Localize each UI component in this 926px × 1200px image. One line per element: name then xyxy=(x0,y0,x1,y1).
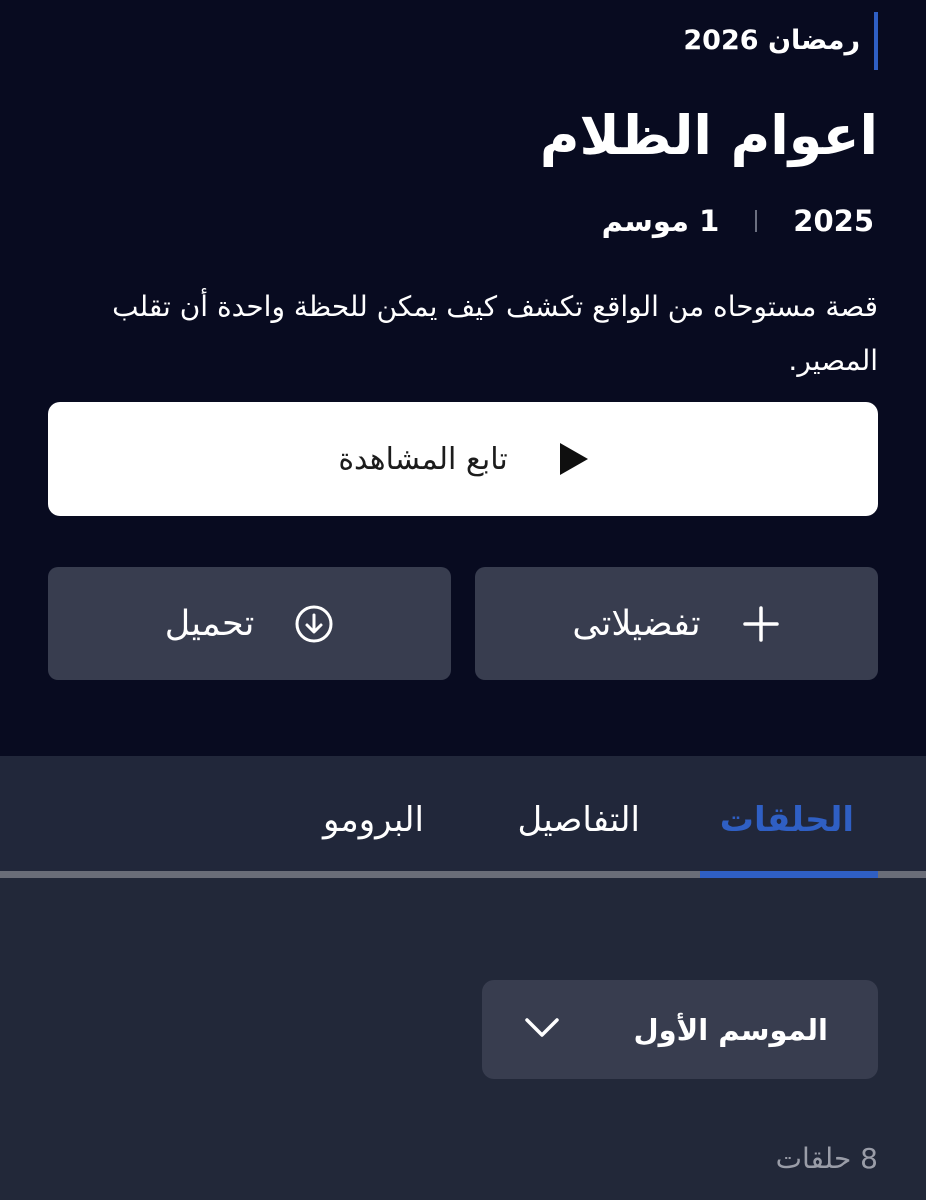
download-icon xyxy=(294,604,334,644)
season-dropdown-value: الموسم الأول xyxy=(633,1012,828,1047)
tab-details[interactable]: التفاصيل xyxy=(517,790,640,850)
add-to-favorites-button[interactable]: تفضيلاتى xyxy=(475,567,878,680)
season-tag: رمضان 2026 xyxy=(683,12,878,70)
play-icon xyxy=(559,443,588,475)
show-meta: 2025 1 موسم xyxy=(602,198,874,244)
tab-episodes[interactable]: الحلقات xyxy=(720,790,854,850)
show-year: 2025 xyxy=(793,204,874,238)
continue-watching-label: تابع المشاهدة xyxy=(338,441,508,477)
tab-promo[interactable]: البرومو xyxy=(323,790,424,850)
season-dropdown[interactable]: الموسم الأول xyxy=(482,980,878,1079)
plus-icon xyxy=(741,604,781,644)
show-title: اعوام الظلام xyxy=(539,104,878,167)
hero-section: رمضان 2026 اعوام الظلام 2025 1 موسم قصة … xyxy=(0,0,926,756)
show-seasons-count: 1 موسم xyxy=(601,204,720,238)
download-label: تحميل xyxy=(164,603,255,644)
chevron-down-icon xyxy=(524,1017,560,1043)
content-tabs: الحلقات التفاصيل البرومو xyxy=(0,756,926,878)
continue-watching-button[interactable]: تابع المشاهدة xyxy=(48,402,878,516)
episodes-count: 8 حلقات xyxy=(775,1142,878,1175)
favorites-label: تفضيلاتى xyxy=(572,603,701,644)
active-tab-indicator xyxy=(700,871,878,878)
meta-divider xyxy=(755,210,758,232)
season-tag-text: رمضان 2026 xyxy=(683,25,860,56)
show-description: قصة مستوحاه من الواقع تكشف كيف يمكن للحظ… xyxy=(112,290,878,377)
download-button[interactable]: تحميل xyxy=(48,567,451,680)
